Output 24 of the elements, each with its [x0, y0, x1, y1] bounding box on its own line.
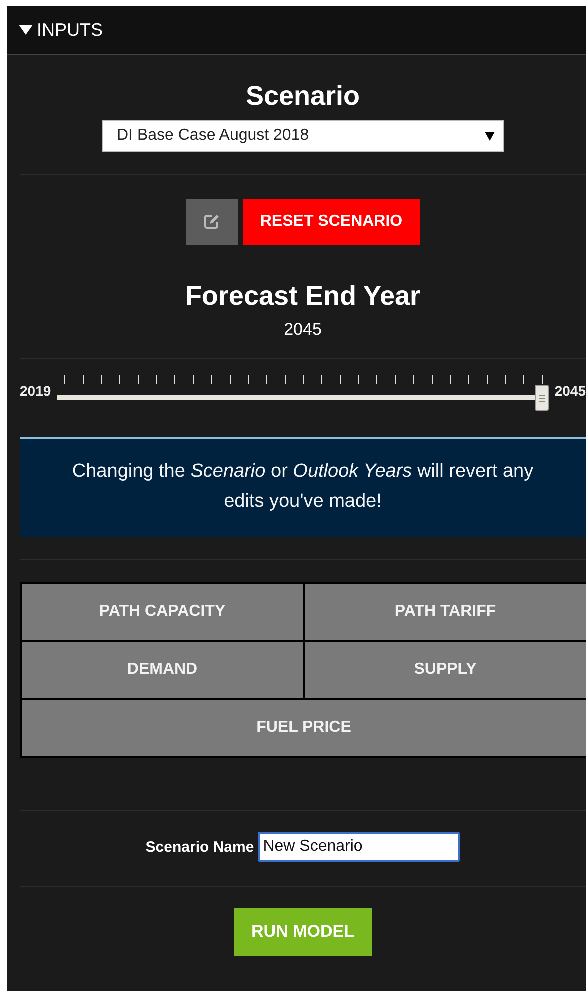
warning-message: Changing the Scenario or Outlook Years will revert any edits you've made!	[20, 437, 586, 537]
editor-button[interactable]: PATH TARIFF	[305, 584, 586, 640]
run-model-button[interactable]: RUN MODEL	[234, 908, 372, 956]
scenario-dropdown[interactable]: DI Base Case August 2018	[102, 120, 504, 152]
reset-scenario-button[interactable]: RESET SCENARIO	[243, 199, 420, 245]
slider-track[interactable]	[57, 385, 549, 411]
section-title: Scenario	[246, 81, 360, 112]
max-year-label: 2045	[554, 383, 586, 401]
panel-title: INPUTS	[37, 20, 104, 40]
scenario-name-field[interactable]: New Scenario	[258, 832, 460, 862]
section-title: Forecast End Year	[185, 281, 421, 312]
min-year-label: 2019	[20, 383, 52, 401]
editor-button[interactable]: PATH CAPACITY	[22, 584, 303, 640]
edit-icon	[203, 213, 222, 231]
scenario-name-label: Scenario Name	[146, 838, 254, 856]
panel-header[interactable]: INPUTS	[7, 6, 586, 55]
year-value: 2045	[284, 320, 322, 340]
editor-button[interactable]: SUPPLY	[305, 642, 586, 698]
dropdown-arrow-icon	[485, 132, 495, 140]
collapse-caret-icon[interactable]	[19, 24, 33, 36]
editor-button[interactable]: FUEL PRICE	[22, 700, 586, 756]
slider-thumb[interactable]	[534, 385, 549, 411]
editor-button[interactable]: DEMAND	[22, 642, 303, 698]
edit-button[interactable]	[186, 199, 238, 245]
